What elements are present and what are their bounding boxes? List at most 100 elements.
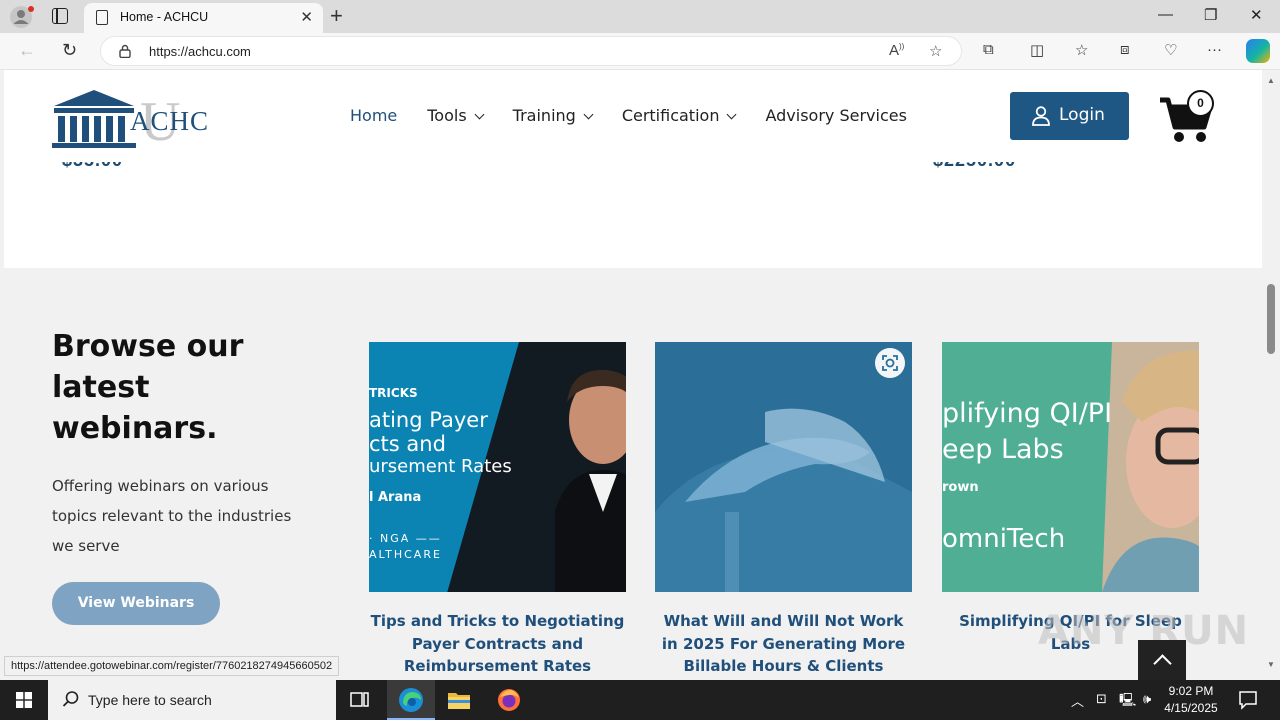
presenter-photo <box>1102 342 1199 592</box>
image-text: rown <box>942 480 979 495</box>
scroll-down-arrow-icon[interactable]: ▼ <box>1267 660 1275 669</box>
chevron-down-icon <box>583 109 594 120</box>
image-text: eep Labs <box>942 434 1064 465</box>
copilot-icon[interactable] <box>1246 39 1270 63</box>
taskbar-file-explorer[interactable] <box>435 680 483 720</box>
restore-icon[interactable]: ❐ <box>1204 6 1217 24</box>
nav-certification[interactable]: Certification <box>621 106 737 125</box>
collections-icon[interactable]: ⧈ <box>1120 41 1130 58</box>
taskbar-edge-app[interactable] <box>387 680 435 720</box>
webinars-heading: Browse our latest webinars. <box>52 329 244 446</box>
browser-toolbar: ← ↻ https://achcu.com A)) ☆ ⧉ ◫ ☆ ⧈ ♡ ··… <box>0 33 1280 70</box>
nav-home[interactable]: Home <box>350 106 397 125</box>
taskbar-clock[interactable]: 9:02 PM 4/15/2025 <box>1160 683 1222 717</box>
site-header: U ACHC Home Tools Training Certification… <box>4 70 1262 162</box>
clock-time: 9:02 PM <box>1168 684 1214 698</box>
webinar-image[interactable]: TRICKS ating Payer cts and ursement Rate… <box>369 342 626 592</box>
search-icon <box>62 691 79 707</box>
image-text: · NGA —— <box>369 532 442 545</box>
image-text: l Arana <box>369 490 422 505</box>
extensions-icon[interactable]: ⧉ <box>983 41 994 58</box>
tray-overflow-chevron-icon[interactable]: ︿ <box>1071 691 1084 710</box>
cart-count-badge: 0 <box>1187 90 1214 117</box>
image-text: TRICKS <box>369 386 418 400</box>
chevron-down-icon <box>474 109 485 120</box>
presenter-photo <box>555 369 626 592</box>
clock-date: 4/15/2025 <box>1164 701 1218 715</box>
main-nav: Home Tools Training Certification Adviso… <box>350 106 937 125</box>
page-viewport: $35.00 $2250.00 U ACHC Home Tools Traini… <box>0 70 1262 680</box>
network-icon[interactable]: 🖳 <box>1119 691 1136 713</box>
url-text[interactable]: https://achcu.com <box>149 44 251 59</box>
webinar-image[interactable] <box>655 342 912 592</box>
nav-training[interactable]: Training <box>512 106 594 125</box>
image-text: ating Payer <box>369 408 488 432</box>
more-menu-icon[interactable]: ··· <box>1207 41 1222 58</box>
folder-icon <box>448 693 470 709</box>
minimize-icon[interactable]: — <box>1158 6 1173 23</box>
image-text: plifying QI/PI <box>942 398 1113 429</box>
image-text: omniTech <box>942 524 1066 554</box>
visual-search-icon[interactable] <box>875 348 905 378</box>
view-webinars-button[interactable]: View Webinars <box>52 582 220 625</box>
notifications-icon[interactable] <box>1238 690 1258 710</box>
taskbar-firefox[interactable] <box>485 680 533 720</box>
login-button[interactable]: Login <box>1010 92 1129 140</box>
login-label: Login <box>1059 105 1105 125</box>
nav-tools[interactable]: Tools <box>427 106 485 125</box>
windows-taskbar: Type here to search ︿ ⊡ 🖳 🕪 9:02 PM 4/15… <box>0 680 1280 720</box>
edge-browser-icon <box>399 688 423 712</box>
image-text: cts and <box>369 432 446 456</box>
close-window-icon[interactable]: ✕ <box>1250 6 1263 24</box>
nav-label: Training <box>512 106 576 125</box>
split-screen-icon[interactable]: ◫ <box>1030 41 1044 59</box>
volume-icon[interactable]: 🕪 <box>1143 691 1151 707</box>
task-view-icon <box>350 692 369 707</box>
nav-label: Home <box>350 106 398 125</box>
active-tab[interactable]: Home - ACHCU ✕ <box>84 3 323 33</box>
achcu-logo[interactable]: U ACHC <box>52 88 212 153</box>
chevron-down-icon <box>727 109 737 120</box>
webinar-title-link[interactable]: Tips and Tricks to Negotiating Payer Con… <box>369 610 626 678</box>
holding-hands-photo <box>655 342 912 592</box>
building-logo-icon <box>52 90 136 148</box>
search-placeholder: Type here to search <box>88 692 212 708</box>
page-icon <box>96 10 108 25</box>
nav-label: Certification <box>621 106 720 125</box>
logo-text: ACHC <box>130 106 210 136</box>
webinar-title-link[interactable]: What Will and Will Not Work in 2025 For … <box>655 610 912 678</box>
webinars-description: Offering webinars on various topics rele… <box>52 477 292 555</box>
user-icon <box>1032 106 1050 126</box>
new-tab-icon[interactable]: + <box>330 3 343 29</box>
tab-strip: Home - ACHCU ✕ + — ❐ ✕ <box>0 0 1280 33</box>
page-scrollbar[interactable]: ▲ ▼ <box>1262 70 1280 680</box>
link-status-url: https://attendee.gotowebinar.com/registe… <box>4 656 340 676</box>
scrollbar-thumb[interactable] <box>1267 284 1275 354</box>
image-text: ALTHCARE <box>369 548 442 561</box>
back-icon[interactable]: ← <box>18 40 36 61</box>
address-bar[interactable]: https://achcu.com A)) ☆ <box>100 36 962 66</box>
scroll-to-top-button[interactable] <box>1138 640 1186 680</box>
favorites-icon[interactable]: ☆ <box>1075 41 1088 59</box>
reload-icon[interactable]: ↻ <box>62 40 77 61</box>
nav-label: Advisory Services <box>765 106 907 125</box>
windows-start-icon[interactable] <box>16 692 32 708</box>
webinar-image[interactable]: plifying QI/PI eep Labs rown omniTech <box>942 342 1199 592</box>
browser-essentials-icon[interactable]: ♡ <box>1164 41 1177 59</box>
taskbar-search-box[interactable]: Type here to search <box>48 680 336 720</box>
firefox-icon <box>498 689 520 711</box>
tab-title: Home - ACHCU <box>120 10 209 24</box>
read-aloud-icon[interactable]: A)) <box>889 42 904 59</box>
nav-label: Tools <box>427 106 467 125</box>
lock-icon[interactable] <box>119 44 131 58</box>
notification-dot <box>28 6 34 12</box>
cart-button[interactable]: 0 <box>1158 88 1216 146</box>
image-text: ursement Rates <box>369 456 512 477</box>
task-view-button[interactable] <box>336 680 384 720</box>
close-tab-icon[interactable]: ✕ <box>300 8 313 26</box>
nav-advisory-services[interactable]: Advisory Services <box>765 106 906 125</box>
scroll-up-arrow-icon[interactable]: ▲ <box>1267 76 1275 85</box>
favorite-star-icon[interactable]: ☆ <box>929 42 942 60</box>
tab-actions-icon[interactable] <box>52 8 68 24</box>
tray-app-icon[interactable]: ⊡ <box>1096 691 1107 707</box>
